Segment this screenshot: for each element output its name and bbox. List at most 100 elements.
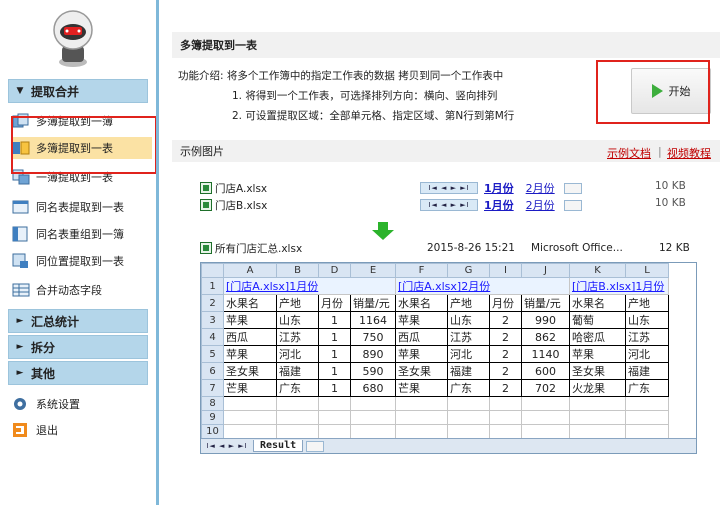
table-cell: [521, 410, 570, 425]
chevron-right-icon: ►: [16, 368, 24, 378]
highlight-box: [11, 116, 157, 174]
chevron-right-icon: ►: [16, 316, 24, 326]
table-cell: 750: [350, 328, 396, 346]
column-header: D: [318, 263, 351, 278]
table-cell: 江苏: [625, 328, 669, 346]
table-cell: [625, 424, 669, 439]
table-cell: [276, 424, 319, 439]
source-label: [门店A.xlsx]1月份: [223, 277, 396, 295]
column-header: K: [569, 263, 626, 278]
example-doc-link[interactable]: 示例文档: [607, 145, 651, 161]
row-number: 7: [201, 379, 224, 397]
file-name: 所有门店汇总.xlsx: [215, 242, 303, 255]
sidebar-item-label: 系统设置: [36, 398, 80, 411]
start-highlight-box: [596, 60, 710, 124]
group-label: 汇总统计: [31, 314, 80, 329]
sidebar-item-same-position[interactable]: 同位置提取到一表: [12, 250, 152, 272]
table-cell: [489, 424, 522, 439]
table-cell: 月份: [318, 294, 351, 312]
table-cell: [395, 396, 448, 411]
sidebar-item-exit[interactable]: 退出: [12, 419, 152, 441]
table-cell: [276, 396, 319, 411]
table-row: 2 水果名 产地 月份 销量/元 水果名 产地 月份 销量/元 水果名 产地: [201, 294, 669, 312]
table-row: 10: [201, 424, 669, 439]
add-sheet-icon: [306, 440, 325, 452]
table-cell: 销量/元: [350, 294, 396, 312]
row-number: 2: [201, 294, 224, 312]
file-size: 12 KB: [659, 242, 690, 254]
table-cell: [223, 396, 277, 411]
video-tutorial-link[interactable]: 视频教程: [667, 145, 711, 161]
table-cell: 河北: [276, 345, 319, 363]
table-cell: 1164: [350, 311, 396, 329]
excel-file-icon: [200, 242, 212, 254]
down-arrow-icon: [372, 222, 394, 240]
table-row: 1 [门店A.xlsx]1月份 [门店A.xlsx]2月份 [门店B.xlsx]1月份: [201, 277, 669, 295]
group-split[interactable]: ► 拆分: [8, 335, 148, 359]
table-row: 8: [201, 396, 669, 411]
table-cell: 福建: [276, 362, 319, 380]
sidebar-item-label: 同名表重组到一簿: [36, 228, 124, 241]
sidebar-item-regroup-to-book[interactable]: 同名表重组到一簿: [12, 223, 152, 245]
file-size: 10 KB: [655, 180, 686, 192]
table-cell: [489, 410, 522, 425]
table-row: 4 西瓜 江苏 1 750 西瓜 江苏 2 862 哈密瓜 江苏: [201, 328, 669, 346]
table-cell: [625, 396, 669, 411]
feature-bullet-1: 1. 将得到一个工作表，可选择排列方向：横向、竖向排列: [232, 90, 498, 102]
add-sheet-icon: [563, 182, 582, 194]
table-cell: 680: [350, 379, 396, 397]
table-cell: 1: [318, 345, 351, 363]
table-cell: 产地: [625, 294, 669, 312]
table-cell: 西瓜: [395, 328, 448, 346]
table-cell: [625, 410, 669, 425]
table-cell: 1: [318, 379, 351, 397]
table-cell: 2: [489, 311, 522, 329]
source-label: [门店A.xlsx]2月份: [395, 277, 570, 295]
table-cell: 2: [489, 379, 522, 397]
sheet-tab: 1月份: [484, 182, 514, 195]
table-cell: [350, 410, 396, 425]
result-sheet-preview: A B D E F G I J K L 1 [门店A.xlsx]1月份 [门店A.xlsx]2月份 [门店…: [200, 262, 697, 454]
table-row: 7 芒果 广东 1 680 芒果 广东 2 702 火龙果 广东: [201, 379, 669, 397]
table-cell: 苹果: [223, 345, 277, 363]
regroup-icon: [12, 226, 30, 242]
table-cell: 圣女果: [223, 362, 277, 380]
column-header-row: ABDEFGIJKL: [201, 263, 669, 278]
table-cell: 河北: [625, 345, 669, 363]
row-number: 6: [201, 362, 224, 380]
table-cell: 990: [521, 311, 570, 329]
group-other[interactable]: ► 其他: [8, 361, 148, 385]
column-header: F: [395, 263, 448, 278]
table-cell: 哈密瓜: [569, 328, 626, 346]
sidebar-item-settings[interactable]: 系统设置: [12, 393, 152, 415]
table-cell: 862: [521, 328, 570, 346]
excel-file-icon: [200, 182, 212, 194]
table-cell: [569, 410, 626, 425]
group-extract-merge[interactable]: ▼ 提取合并: [8, 79, 148, 103]
sidebar-item-label: 同位置提取到一表: [36, 255, 124, 268]
table-cell: 福建: [625, 362, 669, 380]
table-row: 3 苹果 山东 1 1164 苹果 山东 2 990 葡萄 山东: [201, 311, 669, 329]
row-number: 9: [201, 410, 224, 425]
column-header: B: [276, 263, 319, 278]
table-cell: 山东: [276, 311, 319, 329]
table-cell: 水果名: [395, 294, 448, 312]
table-cell: [489, 396, 522, 411]
sheet-tab: 1月份: [484, 199, 514, 212]
table-cell: 芒果: [223, 379, 277, 397]
group-label: 拆分: [31, 340, 56, 355]
table-cell: 苹果: [569, 345, 626, 363]
table-cell: 西瓜: [223, 328, 277, 346]
table-cell: 葡萄: [569, 311, 626, 329]
row-number: 5: [201, 345, 224, 363]
table-cell: 苹果: [223, 311, 277, 329]
sidebar-item-same-name-sheet[interactable]: 同名表提取到一表: [12, 196, 152, 218]
corner-cell: [201, 263, 224, 278]
table-cell: 火龙果: [569, 379, 626, 397]
sidebar-item-dynamic-field[interactable]: 合并动态字段: [12, 279, 152, 301]
row-number: 3: [201, 311, 224, 329]
table-cell: 600: [521, 362, 570, 380]
table-cell: 1: [318, 362, 351, 380]
table-cell: [318, 396, 351, 411]
group-summary[interactable]: ► 汇总统计: [8, 309, 148, 333]
